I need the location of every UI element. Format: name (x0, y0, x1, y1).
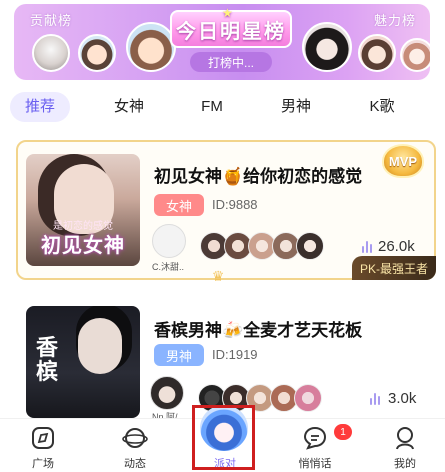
room-title: 香槟男神🍻全麦才艺天花板 (154, 321, 363, 340)
rank-avatar[interactable] (358, 34, 396, 72)
pk-rank-ribbon: PK-最强王者 (351, 256, 436, 280)
tab-karaoke[interactable]: K歌 (360, 92, 404, 122)
nav-moments[interactable]: 动态 (100, 419, 170, 472)
room-cover-photo (78, 318, 122, 374)
host-avatar[interactable] (150, 376, 184, 410)
nav-square[interactable]: 广场 (8, 419, 78, 472)
category-tabs: 推荐 女神 FM 男神 K歌 (0, 90, 445, 126)
planet-icon (122, 428, 148, 448)
nav-label: 广场 (32, 458, 54, 470)
charm-rank-label[interactable]: 魅力榜 (374, 10, 416, 29)
audio-wave-icon (370, 393, 382, 405)
room-card[interactable]: 是初恋的感觉 初见女神 初见女神🍯给你初恋的感觉 女神 ID:9888 C.沐甜… (16, 140, 436, 280)
tab-fm[interactable]: FM (192, 92, 232, 122)
host-avatar[interactable] (152, 224, 186, 258)
room-cover-text: 香槟 (36, 335, 59, 384)
room-card[interactable]: 香槟 香槟男神🍻全麦才艺天花板 男神 ID:1919 Nn.阿/.. 3.0k (16, 300, 436, 422)
nav-label: 悄悄话 (298, 458, 332, 470)
star-ranking-banner[interactable]: 贡献榜 魅力榜 ★ 今日明星榜 打榜中... (14, 4, 430, 80)
seat-avatar (296, 232, 324, 260)
listener-count: 3.0k (388, 390, 417, 407)
unread-badge: 1 (334, 424, 352, 440)
seat-avatar (294, 384, 322, 412)
banner-title: ★ 今日明星榜 (170, 6, 292, 48)
chat-icon (303, 426, 327, 450)
tab-goddess[interactable]: 女神 (104, 92, 154, 122)
room-thumbnail[interactable]: 香槟 (26, 306, 140, 418)
rank-avatar[interactable] (126, 22, 176, 72)
host-name: C.沐甜.. (152, 262, 185, 272)
room-tag: 男神 (154, 344, 204, 366)
room-id: ID:1919 (212, 347, 258, 362)
nav-profile[interactable]: 我的 (370, 419, 440, 472)
listener-count: 26.0k (378, 238, 415, 255)
tab-god[interactable]: 男神 (274, 92, 318, 122)
room-title: 初见女神🍯给你初恋的感觉 (154, 167, 363, 186)
nav-label: 动态 (124, 458, 146, 470)
nav-label: 我的 (394, 458, 416, 470)
room-thumbnail[interactable]: 是初恋的感觉 初见女神 (26, 154, 140, 266)
room-id: ID:9888 (212, 197, 258, 212)
square-icon (32, 427, 54, 449)
rank-avatar[interactable] (302, 22, 352, 72)
highlight-box (192, 405, 255, 470)
mvp-badge-text: MVP (388, 154, 418, 169)
crown-decoration-icon: ♛ (211, 268, 225, 284)
room-tag: 女神 (154, 194, 204, 216)
room-cover-text: 初见女神 (41, 235, 125, 257)
profile-icon (396, 427, 414, 450)
banner-subtitle: 打榜中... (190, 52, 272, 72)
mvp-badge-icon: MVP (378, 138, 428, 186)
contribution-rank-label[interactable]: 贡献榜 (30, 10, 72, 29)
rank-avatar[interactable] (78, 34, 116, 72)
tab-recommend[interactable]: 推荐 (10, 92, 70, 122)
rank-avatar[interactable] (400, 38, 430, 72)
rank-avatar[interactable] (32, 34, 70, 72)
star-icon: ★ (222, 6, 235, 20)
audio-wave-icon (362, 241, 374, 253)
